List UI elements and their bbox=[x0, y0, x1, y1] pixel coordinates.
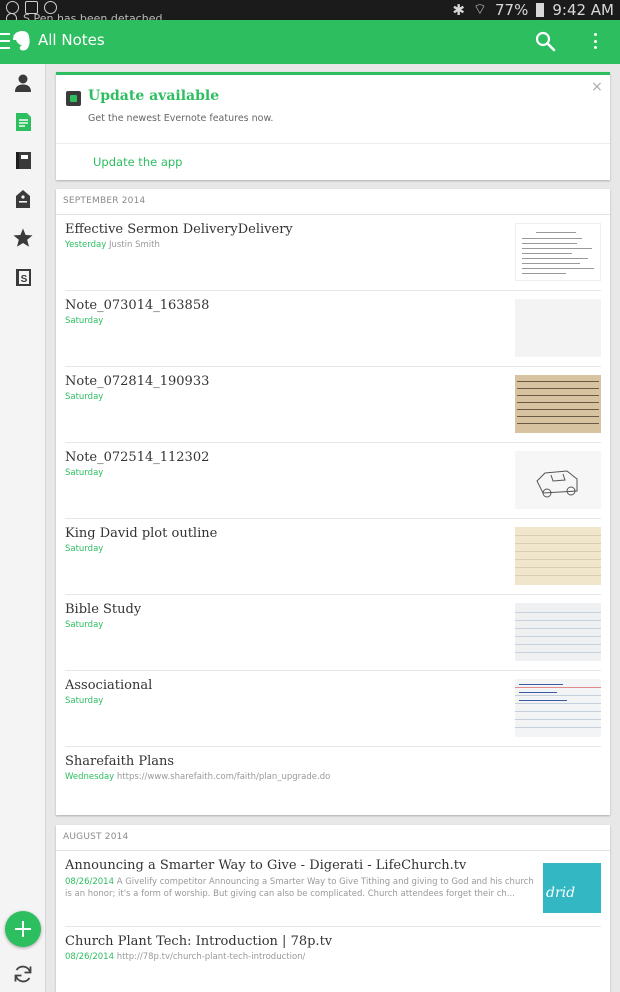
evernote-logo-icon bbox=[13, 31, 30, 51]
note-title: Effective Sermon DeliveryDelivery bbox=[65, 222, 293, 237]
note-date: Saturday bbox=[65, 620, 104, 630]
note-thumbnail bbox=[515, 451, 601, 509]
section-header-label: SEPTEMBER 2014 bbox=[63, 196, 146, 206]
work-chat-icon[interactable]: S bbox=[12, 266, 34, 288]
note-date: Yesterday bbox=[65, 240, 107, 250]
note-thumbnail-text: drid bbox=[546, 885, 576, 901]
status-icons-right: ✱ ⌔ 77% 9:42 AM bbox=[452, 0, 614, 19]
battery-text: 77% bbox=[495, 0, 529, 19]
divider bbox=[56, 143, 610, 144]
note-list-item[interactable]: Church Plant Tech: Introduction | 78p.tv… bbox=[65, 927, 601, 992]
note-date: Saturday bbox=[65, 392, 104, 402]
notes-section-september: SEPTEMBER 2014 Effective Sermon Delivery… bbox=[56, 189, 610, 815]
note-url: http://78p.tv/church-plant-tech-introduc… bbox=[116, 952, 306, 962]
note-thumbnail bbox=[515, 299, 601, 357]
new-note-button[interactable] bbox=[5, 911, 41, 947]
note-snippet-text: A Givelify competitor Announcing a Smart… bbox=[65, 877, 534, 899]
note-meta: Saturday bbox=[65, 468, 103, 478]
search-icon[interactable] bbox=[534, 30, 556, 52]
note-meta: Yesterday Justin Smith bbox=[65, 240, 160, 250]
note-date: Saturday bbox=[65, 544, 104, 554]
note-meta: Saturday bbox=[65, 392, 103, 402]
note-meta: Wednesday https://www.sharefaith.com/fai… bbox=[65, 772, 330, 782]
shortcuts-icon[interactable] bbox=[12, 227, 34, 249]
note-meta: Saturday bbox=[65, 696, 103, 706]
note-list-item[interactable]: Announcing a Smarter Way to Give - Diger… bbox=[65, 851, 601, 927]
note-title: King David plot outline bbox=[65, 526, 218, 541]
more-options-icon[interactable] bbox=[585, 30, 605, 52]
note-date: Saturday bbox=[65, 316, 104, 326]
s-pen-detached-icon bbox=[6, 13, 17, 20]
status-notification-text: S Pen has been detached bbox=[23, 12, 163, 20]
note-date: Saturday bbox=[65, 696, 104, 706]
update-banner-title: Update available bbox=[88, 88, 220, 104]
note-list-item[interactable]: King David plot outline Saturday bbox=[65, 519, 601, 595]
note-author: Justin Smith bbox=[108, 240, 160, 250]
note-date: 08/26/2014 bbox=[65, 877, 114, 887]
close-icon[interactable]: × bbox=[590, 79, 604, 95]
account-icon[interactable] bbox=[12, 72, 34, 94]
note-title: Note_072514_112302 bbox=[65, 450, 210, 465]
note-list-item[interactable]: Note_073014_163858 Saturday bbox=[65, 291, 601, 367]
notes-section-august: AUGUST 2014 Announcing a Smarter Way to … bbox=[56, 825, 610, 992]
note-thumbnail bbox=[515, 679, 601, 737]
clock-text: 9:42 AM bbox=[552, 0, 614, 19]
note-title: Announcing a Smarter Way to Give - Diger… bbox=[65, 858, 467, 873]
tags-icon[interactable] bbox=[12, 188, 34, 210]
note-meta: 08/26/2014 http://78p.tv/church-plant-te… bbox=[65, 952, 305, 962]
note-list-item[interactable]: Sharefaith Plans Wednesday https://www.s… bbox=[65, 747, 601, 823]
note-title: Sharefaith Plans bbox=[65, 754, 175, 769]
wifi-icon: ⌔ bbox=[472, 0, 487, 18]
menu-icon[interactable] bbox=[0, 33, 10, 49]
note-title: Church Plant Tech: Introduction | 78p.tv bbox=[65, 934, 333, 949]
note-date: 08/26/2014 bbox=[65, 952, 114, 962]
note-list-item[interactable]: Note_072514_112302 Saturday bbox=[65, 443, 601, 519]
note-snippet: 08/26/2014 A Givelify competitor Announc… bbox=[65, 876, 537, 900]
sidebar: S bbox=[0, 64, 46, 992]
note-title: Bible Study bbox=[65, 602, 142, 617]
note-thumbnail: drid bbox=[543, 863, 601, 913]
note-list-item[interactable]: Associational Saturday bbox=[65, 671, 601, 747]
update-banner-subtitle: Get the newest Evernote features now. bbox=[88, 113, 274, 124]
section-header: AUGUST 2014 bbox=[56, 825, 610, 851]
note-thumbnail bbox=[515, 603, 601, 661]
page-title: All Notes bbox=[38, 31, 105, 49]
app-bar: All Notes bbox=[0, 20, 620, 64]
status-bar: S Pen has been detached ✱ ⌔ 77% 9:42 AM bbox=[0, 0, 620, 20]
note-title: Associational bbox=[65, 678, 153, 693]
note-meta: Saturday bbox=[65, 620, 103, 630]
note-list-item[interactable]: Note_072814_190933 Saturday bbox=[65, 367, 601, 443]
notes-icon[interactable] bbox=[12, 111, 34, 133]
note-title: Note_072814_190933 bbox=[65, 374, 210, 389]
status-notification: S Pen has been detached bbox=[6, 12, 162, 20]
note-meta: Saturday bbox=[65, 544, 103, 554]
section-header: SEPTEMBER 2014 bbox=[56, 189, 610, 215]
notebooks-icon[interactable] bbox=[12, 149, 34, 171]
svg-text:S: S bbox=[21, 274, 28, 285]
bluetooth-icon: ✱ bbox=[452, 0, 465, 19]
section-header-label: AUGUST 2014 bbox=[63, 832, 129, 842]
battery-icon bbox=[536, 2, 545, 17]
update-banner: Update available Get the newest Evernote… bbox=[56, 72, 610, 180]
update-app-button[interactable]: Update the app bbox=[93, 155, 182, 169]
note-thumbnail bbox=[515, 375, 601, 433]
note-list-item[interactable]: Bible Study Saturday bbox=[65, 595, 601, 671]
note-date: Saturday bbox=[65, 468, 104, 478]
note-url: https://www.sharefaith.com/faith/plan_up… bbox=[116, 772, 331, 782]
note-thumbnail bbox=[515, 223, 601, 281]
note-title: Note_073014_163858 bbox=[65, 298, 210, 313]
sync-icon[interactable] bbox=[12, 963, 34, 985]
note-date: Wednesday bbox=[65, 772, 115, 782]
evernote-app-icon bbox=[66, 91, 81, 106]
note-meta: Saturday bbox=[65, 316, 103, 326]
note-list-item[interactable]: Effective Sermon DeliveryDelivery Yester… bbox=[65, 215, 601, 291]
note-thumbnail bbox=[515, 527, 601, 585]
